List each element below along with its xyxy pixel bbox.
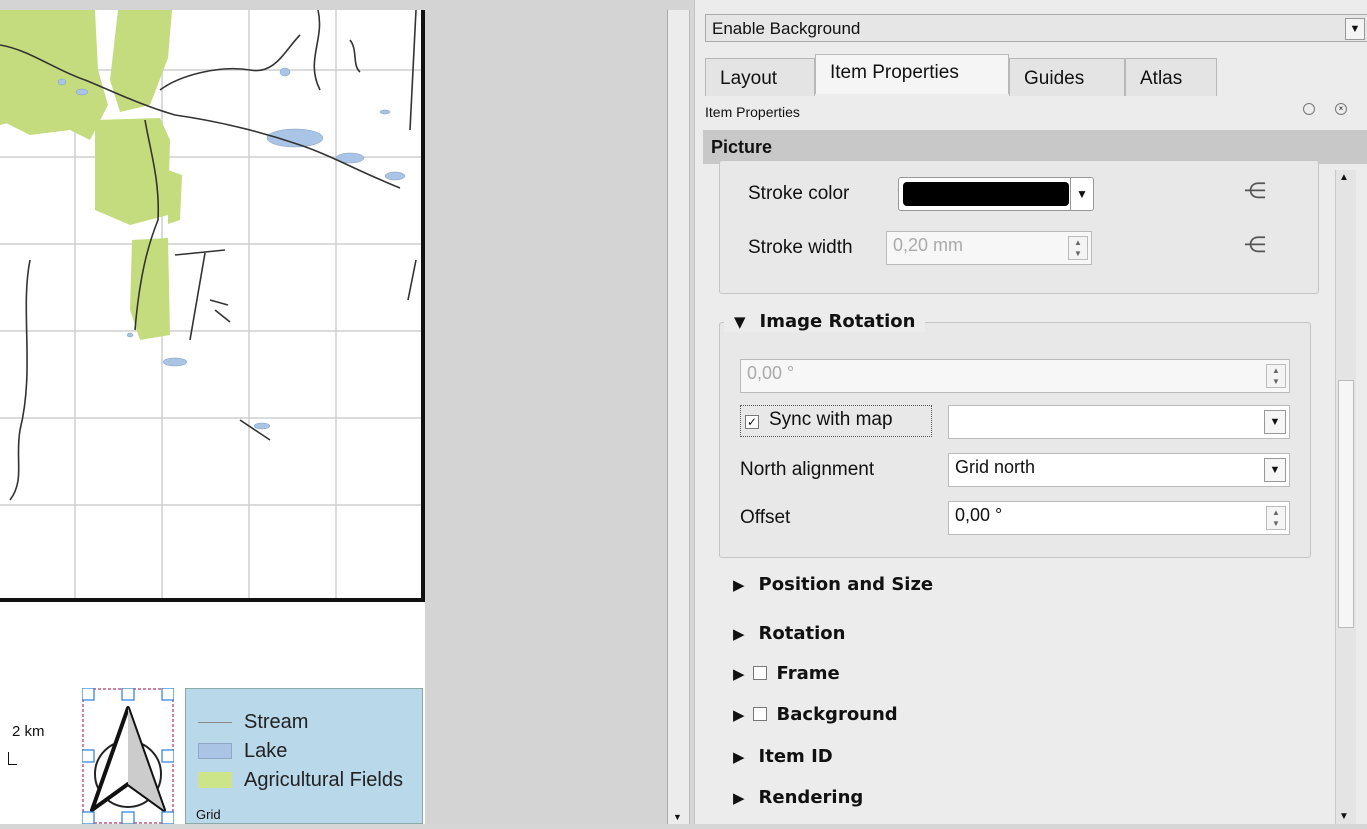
properties-content: Stroke color ▼ ⋲ Stroke width 0,20 mm ▲ ▼… [703, 160, 1367, 824]
tab-layout[interactable]: Layout [705, 58, 815, 96]
canvas-vertical-scrollbar[interactable]: ▼ [667, 10, 690, 824]
offset-label: Offset [740, 507, 791, 528]
tab-item-properties[interactable]: Item Properties [815, 54, 1009, 94]
sync-map-combo[interactable]: ▼ [948, 405, 1290, 439]
legend-item[interactable]: Stream Lake Agricultural Fields Grid [185, 688, 423, 824]
legend-label: Stream [244, 710, 309, 733]
sync-label: Sync with map [769, 409, 893, 430]
legend-entry-stream: Stream [198, 711, 308, 733]
section-label: Background [776, 704, 898, 725]
image-rotation-group: ▼ Image Rotation 0,00 ° ▲ ▼ ✓ Sync with map… [719, 311, 1311, 558]
north-arrow-picture[interactable] [81, 687, 175, 825]
stroke-group: Stroke color ▼ ⋲ Stroke width 0,20 mm ▲ ▼… [719, 160, 1319, 294]
spin-arrows-icon[interactable]: ▲ ▼ [1266, 506, 1286, 530]
fields-symbol-icon [198, 772, 232, 788]
data-defined-override-icon[interactable]: ⋲ [1244, 178, 1266, 204]
image-rotation-title: Image Rotation [759, 311, 916, 332]
stroke-color-button[interactable]: ▼ [898, 177, 1094, 211]
dock-title: Item Properties [705, 104, 800, 120]
map-item[interactable] [0, 10, 425, 602]
offset-spinbox[interactable]: 0,00 ° ▲ ▼ [948, 501, 1290, 535]
item-properties-panel: Enable Background ▼ Layout Item Properti… [694, 0, 1367, 824]
legend-label: Lake [244, 739, 288, 762]
section-label: Rotation [758, 623, 846, 644]
tab-atlas[interactable]: Atlas [1125, 58, 1217, 96]
sync-with-map-checkbox[interactable]: ✓ Sync with map [740, 405, 932, 437]
stroke-width-label: Stroke width [748, 237, 853, 258]
section-position-and-size[interactable]: ▶ Position and Size [733, 574, 933, 595]
lake-symbol-icon [198, 743, 232, 759]
north-arrow-icon [81, 687, 175, 825]
map-rendering [0, 10, 421, 598]
legend-grid-label: Grid [196, 807, 221, 822]
spinbox-value: 0,00 ° [747, 363, 795, 383]
section-label: Item ID [758, 746, 833, 767]
chevron-down-icon[interactable]: ▼ [1070, 178, 1093, 210]
scroll-up-icon[interactable]: ▲ [1339, 172, 1349, 183]
collapsed-triangle-icon: ▶ [733, 665, 745, 683]
section-label: Rendering [758, 787, 864, 808]
legend-entry-fields: Agricultural Fields [198, 769, 403, 791]
section-rendering[interactable]: ▶ Rendering [733, 787, 863, 808]
expanded-triangle-icon: ▼ [734, 313, 746, 331]
section-header: Picture [703, 130, 1367, 164]
stroke-color-label: Stroke color [748, 183, 850, 204]
chevron-down-icon[interactable]: ▼ [1264, 410, 1286, 434]
collapsed-triangle-icon: ▶ [733, 625, 745, 643]
checkbox-checked-icon: ✓ [745, 415, 759, 429]
scrollbar-thumb[interactable] [1338, 380, 1354, 628]
chevron-down-icon[interactable]: ▼ [1264, 458, 1286, 482]
north-alignment-combo[interactable]: Grid north ▼ [948, 453, 1290, 487]
scalebar-icon [8, 752, 17, 765]
float-icon[interactable] [1303, 103, 1315, 115]
legend-entry-lake: Lake [198, 740, 287, 762]
scroll-down-icon[interactable]: ▼ [1339, 811, 1349, 822]
scroll-down-icon[interactable]: ▼ [673, 812, 682, 822]
spinbox-value: 0,20 mm [893, 235, 964, 255]
image-rotation-toggle[interactable]: ▼ Image Rotation [724, 311, 926, 332]
combo-value: Grid north [955, 457, 1036, 477]
combo-value: Enable Background [712, 19, 861, 38]
checkbox-icon[interactable] [752, 707, 767, 721]
stream-symbol-icon [198, 713, 232, 723]
section-label: Position and Size [758, 574, 934, 595]
rotation-spinbox[interactable]: 0,00 ° ▲ ▼ [740, 359, 1290, 393]
collapsed-triangle-icon: ▶ [733, 706, 745, 724]
section-label: Frame [776, 663, 840, 684]
legend-label: Agricultural Fields [244, 768, 403, 791]
chevron-down-icon[interactable]: ▼ [1345, 18, 1365, 40]
section-item-id[interactable]: ▶ Item ID [733, 746, 833, 767]
section-background[interactable]: ▶ Background [733, 704, 898, 725]
panel-vertical-scrollbar[interactable]: ▲ ▼ [1335, 170, 1356, 824]
spin-arrows-icon[interactable]: ▲ ▼ [1266, 364, 1286, 388]
close-icon[interactable]: × [1335, 103, 1347, 115]
layout-canvas[interactable]: 2 km Stream Lake Agricultural Fields Gri… [0, 0, 690, 825]
color-swatch [903, 182, 1069, 206]
section-rotation[interactable]: ▶ Rotation [733, 623, 845, 644]
data-defined-override-icon[interactable]: ⋲ [1244, 232, 1266, 258]
enable-background-combo[interactable]: Enable Background ▼ [705, 14, 1367, 42]
stroke-width-spinbox[interactable]: 0,20 mm ▲ ▼ [886, 231, 1092, 265]
collapsed-triangle-icon: ▶ [733, 576, 745, 594]
tab-guides[interactable]: Guides [1009, 58, 1125, 96]
north-alignment-label: North alignment [740, 459, 875, 480]
section-frame[interactable]: ▶ Frame [733, 663, 840, 684]
collapsed-triangle-icon: ▶ [733, 748, 745, 766]
checkbox-icon[interactable] [752, 666, 767, 680]
collapsed-triangle-icon: ▶ [733, 789, 745, 807]
spin-arrows-icon[interactable]: ▲ ▼ [1068, 236, 1088, 260]
scalebar-label: 2 km [12, 723, 45, 740]
spinbox-value: 0,00 ° [955, 505, 1003, 525]
